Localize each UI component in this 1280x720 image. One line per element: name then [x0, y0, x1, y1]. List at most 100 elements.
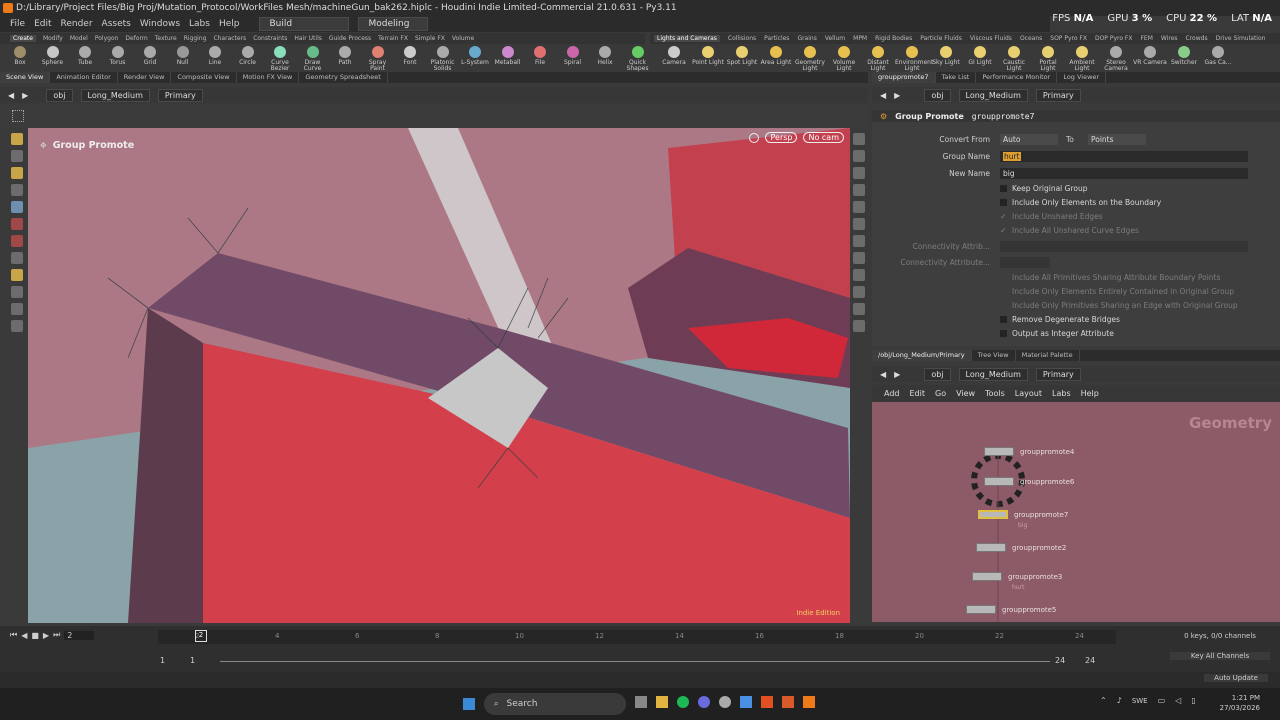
pane-tab-render-view[interactable]: Render View — [118, 72, 172, 83]
shelf-tab-model[interactable]: Model — [70, 35, 88, 42]
range-start[interactable]: 1 — [160, 656, 165, 665]
tool-l-system[interactable]: L-System — [458, 46, 492, 66]
pane-tab-log-viewer[interactable]: Log Viewer — [1057, 72, 1107, 83]
remove-degenerate-checkbox[interactable] — [1000, 316, 1007, 323]
tool-spot-light[interactable]: Spot Light — [725, 46, 759, 66]
pane-tab-motion-fx-view[interactable]: Motion FX View — [237, 72, 300, 83]
network-icon[interactable]: ▭ — [1158, 696, 1166, 705]
shelf-tab-characters[interactable]: Characters — [213, 35, 246, 42]
shelf-tab-guide-process[interactable]: Guide Process — [329, 35, 371, 42]
tool-box[interactable]: Box — [3, 46, 37, 66]
network-menu-layout[interactable]: Layout — [1015, 389, 1042, 398]
taskbar-search[interactable]: ⌕ Search — [484, 693, 626, 715]
task-view-icon[interactable] — [635, 696, 647, 708]
back-arrow-icon[interactable]: ◀ — [880, 91, 886, 100]
tool-metaball[interactable]: Metaball — [491, 46, 525, 66]
wireframe-icon[interactable] — [852, 201, 865, 213]
shelf-tab-terrain-fx[interactable]: Terrain FX — [378, 35, 408, 42]
output-integer-checkbox[interactable] — [1000, 330, 1007, 337]
range-start-field[interactable]: 1 — [190, 656, 195, 665]
tool-sky-light[interactable]: Sky Light — [929, 46, 963, 66]
keep-original-group-checkbox[interactable] — [1000, 185, 1007, 192]
tool-line[interactable]: Line — [198, 46, 232, 66]
path-obj[interactable]: Long_Medium — [958, 367, 1028, 381]
node-grouppromote4[interactable] — [984, 447, 1014, 456]
pane-tab-composite-view[interactable]: Composite View — [171, 72, 237, 83]
network-menu-help[interactable]: Help — [1081, 389, 1099, 398]
clock[interactable]: 1:21 PM 27/03/2026 — [1200, 693, 1260, 713]
tool-torus[interactable]: Torus — [101, 46, 135, 66]
group-name-field[interactable]: hurt — [1000, 151, 1248, 162]
tool-environment-light[interactable]: Environment Light — [895, 46, 933, 72]
network-tab-obj-long-medium-primary[interactable]: /obj/Long_Medium/Primary — [872, 350, 972, 361]
visibility-icon[interactable] — [852, 252, 865, 264]
menu-file[interactable]: File — [10, 19, 25, 29]
shelf-tab-fem[interactable]: FEM — [1140, 35, 1152, 42]
brave-icon[interactable] — [761, 696, 773, 708]
shelf-tab-volume[interactable]: Volume — [452, 35, 474, 42]
node-grouppromote3[interactable] — [972, 572, 1002, 581]
tool-volume-light[interactable]: Volume Light — [827, 46, 861, 72]
shelf-tab-hair-utils[interactable]: Hair Utils — [294, 35, 321, 42]
new-name-field[interactable]: big — [1000, 168, 1248, 179]
path-node[interactable]: Primary — [1035, 88, 1081, 102]
tool-distant-light[interactable]: Distant Light — [861, 46, 895, 72]
tool-point-light[interactable]: Point Light — [691, 46, 725, 66]
rotate-tool-icon[interactable] — [11, 286, 23, 298]
shading-icon[interactable] — [852, 184, 865, 196]
home-icon[interactable] — [852, 303, 865, 315]
menu-windows[interactable]: Windows — [140, 19, 180, 29]
tool-stereo-camera[interactable]: Stereo Camera — [1099, 46, 1133, 72]
camera-tool-icon[interactable] — [11, 303, 23, 315]
tool-platonic-solids[interactable]: Platonic Solids — [426, 46, 460, 72]
shelf-tab-sop-pyro-fx[interactable]: SOP Pyro FX — [1050, 35, 1087, 42]
point-display-icon[interactable] — [852, 218, 865, 230]
network-menu-labs[interactable]: Labs — [1052, 389, 1071, 398]
pane-tab-grouppromote7[interactable]: grouppromote7 — [872, 72, 936, 83]
network-menu-edit[interactable]: Edit — [910, 389, 926, 398]
viewport-geometry[interactable] — [28, 128, 850, 623]
app-icon[interactable] — [698, 696, 710, 708]
network-menu-go[interactable]: Go — [935, 389, 946, 398]
node-grouppromote7[interactable] — [978, 510, 1008, 519]
shelf-tab-viscous-fluids[interactable]: Viscous Fluids — [970, 35, 1012, 42]
volume-icon[interactable]: ◁ — [1175, 696, 1181, 705]
pointer-tool-icon[interactable] — [11, 184, 23, 196]
windows-start-icon[interactable] — [463, 698, 475, 710]
tool-area-light[interactable]: Area Light — [759, 46, 793, 66]
tool-spray-paint[interactable]: Spray Paint — [361, 46, 395, 72]
tool-curve-bezier[interactable]: Curve Bezier — [263, 46, 297, 72]
network-menu-tools[interactable]: Tools — [985, 389, 1005, 398]
shelf-tab-rigid-bodies[interactable]: Rigid Bodies — [875, 35, 912, 42]
tool-sphere[interactable]: Sphere — [36, 46, 70, 66]
network-menu-add[interactable]: Add — [884, 389, 900, 398]
node-name-field[interactable]: grouppromote7 — [972, 112, 1035, 121]
tool-camera[interactable]: Camera — [657, 46, 691, 66]
explorer-icon[interactable] — [656, 696, 668, 708]
node-grouppromote2[interactable] — [976, 543, 1006, 552]
frame-ruler[interactable]: 2 4 6 8 10 12 14 16 18 20 22 24 2 — [158, 630, 1116, 644]
frame-icon[interactable] — [852, 320, 865, 332]
forward-arrow-icon[interactable]: ▶ — [22, 91, 28, 100]
menu-help[interactable]: Help — [219, 19, 240, 29]
persp-menu[interactable]: Persp — [765, 132, 798, 143]
lock-camera-icon[interactable] — [852, 167, 865, 179]
orbit-tool-icon[interactable] — [11, 252, 23, 264]
settings-icon[interactable] — [719, 696, 731, 708]
shelf-tab-particle-fluids[interactable]: Particle Fluids — [920, 35, 962, 42]
context-selector[interactable]: Modeling — [357, 17, 428, 31]
tool-spiral[interactable]: Spiral — [556, 46, 590, 66]
convert-from-dropdown[interactable]: Auto — [1000, 134, 1058, 145]
key-all-channels-button[interactable]: Key All Channels — [1170, 652, 1270, 660]
shelf-tab-polygon[interactable]: Polygon — [95, 35, 119, 42]
auto-update-button[interactable]: Auto Update — [1204, 674, 1268, 682]
range-end-field[interactable]: 24 — [1085, 656, 1095, 665]
lock-tool-icon[interactable] — [11, 201, 23, 213]
tool-caustic-light[interactable]: Caustic Light — [997, 46, 1031, 72]
shelf-tab-oceans[interactable]: Oceans — [1020, 35, 1042, 42]
render-tool-icon[interactable] — [11, 320, 23, 332]
select-tool-icon[interactable] — [11, 133, 23, 145]
ghost-icon[interactable] — [852, 150, 865, 162]
pane-tab-animation-editor[interactable]: Animation Editor — [50, 72, 118, 83]
shelf-tab-grains[interactable]: Grains — [797, 35, 816, 42]
